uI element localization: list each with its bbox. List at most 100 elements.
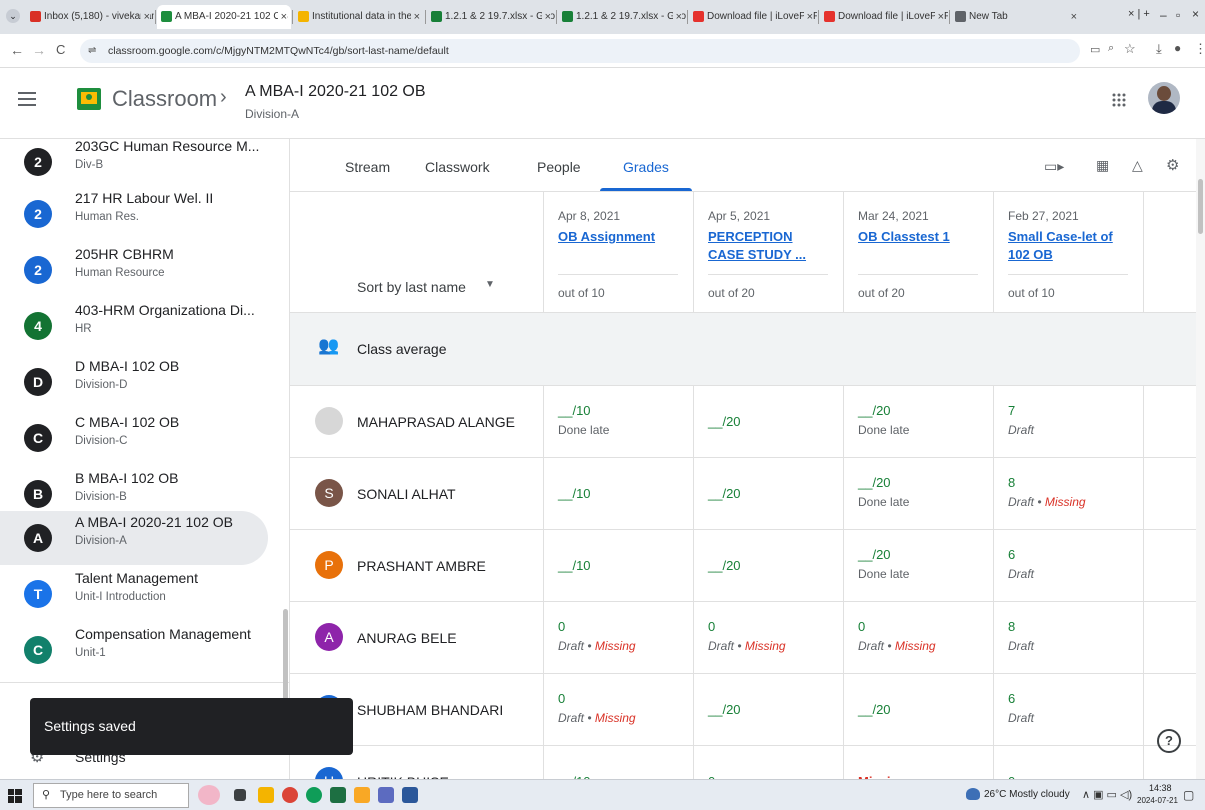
assignment-title-link[interactable]: Small Case-let of 102 OB bbox=[1008, 228, 1123, 264]
task-view-icon[interactable] bbox=[234, 789, 246, 801]
grade-cell[interactable]: 0 bbox=[558, 619, 565, 634]
meet-video-icon[interactable]: ▭▸ bbox=[1044, 158, 1064, 175]
minimize-icon[interactable]: – bbox=[1160, 8, 1167, 22]
word-taskbar-icon[interactable] bbox=[402, 787, 418, 803]
tab-search-icon[interactable]: ⌄ bbox=[6, 9, 20, 23]
drive-folder-icon[interactable]: △ bbox=[1132, 157, 1143, 174]
cast-icon[interactable]: ▭ bbox=[1090, 43, 1100, 56]
student-name[interactable]: SHUBHAM BHANDARI bbox=[357, 702, 503, 718]
tab-close-icon[interactable]: × bbox=[277, 5, 287, 29]
profile-icon[interactable]: ● bbox=[1174, 41, 1181, 55]
cortana-doodle-icon[interactable] bbox=[198, 785, 220, 805]
student-name[interactable]: SONALI ALHAT bbox=[357, 486, 456, 502]
browser-tab[interactable]: Download file | iLovePDF × bbox=[820, 5, 948, 29]
student-name[interactable]: ANURAG BELE bbox=[357, 630, 457, 646]
page-scrollbar[interactable] bbox=[1196, 139, 1205, 779]
tab-close-icon[interactable]: × bbox=[1067, 5, 1077, 29]
tab-close-icon[interactable]: × bbox=[140, 5, 150, 29]
file-explorer-icon[interactable] bbox=[258, 787, 274, 803]
back-icon[interactable]: ← bbox=[10, 42, 24, 58]
student-name[interactable]: MAHAPRASAD ALANGE bbox=[357, 414, 515, 430]
course-name[interactable]: C MBA-I 102 OB bbox=[75, 414, 179, 430]
site-info-icon[interactable]: ⇌ bbox=[88, 39, 96, 63]
assignment-title-link[interactable]: PERCEPTION CASE STUDY ... bbox=[708, 228, 823, 264]
grade-cell[interactable]: 6 bbox=[1008, 691, 1015, 706]
tab-close-icon[interactable]: × bbox=[672, 5, 682, 29]
download-icon[interactable]: ⤓ bbox=[1156, 41, 1162, 57]
tab-close-icon[interactable]: × bbox=[410, 5, 420, 29]
chrome-taskbar-icon[interactable] bbox=[282, 787, 298, 803]
course-name[interactable]: 403-HRM Organizationa Di... bbox=[75, 302, 255, 318]
grade-cell[interactable]: 8 bbox=[1008, 475, 1015, 490]
calendar-icon[interactable]: ▦ bbox=[1096, 157, 1109, 174]
clock-time[interactable]: 14:38 bbox=[1149, 783, 1172, 793]
grade-cell[interactable]: 8 bbox=[1008, 619, 1015, 634]
grade-cell[interactable]: 0 bbox=[708, 619, 715, 634]
notifications-icon[interactable]: ▢ bbox=[1183, 788, 1194, 802]
system-tray-icons[interactable]: ∧ ▣ ▭ ◁) bbox=[1082, 788, 1132, 801]
grade-cell[interactable]: __/20 bbox=[858, 702, 891, 717]
main-menu-icon[interactable] bbox=[18, 92, 36, 106]
tab-grades[interactable]: Grades bbox=[623, 159, 669, 175]
course-name[interactable]: A MBA-I 2020-21 102 OB bbox=[75, 514, 233, 530]
grade-cell[interactable]: __/20 bbox=[708, 702, 741, 717]
grade-cell[interactable]: __/20 bbox=[708, 486, 741, 501]
classroom-logo-icon[interactable] bbox=[77, 88, 101, 110]
course-title[interactable]: A MBA-I 2020-21 102 OB bbox=[245, 83, 426, 101]
tab-classwork[interactable]: Classwork bbox=[425, 159, 490, 175]
grade-cell[interactable]: __/20 bbox=[708, 558, 741, 573]
tab-stream[interactable]: Stream bbox=[345, 159, 390, 175]
app-name[interactable]: Classroom bbox=[112, 86, 217, 112]
grade-cell[interactable]: 0 bbox=[558, 691, 565, 706]
course-name[interactable]: 205HR CBHRM bbox=[75, 246, 174, 262]
weather-icon[interactable] bbox=[966, 788, 980, 800]
tab-close-icon[interactable]: × bbox=[803, 5, 813, 29]
course-name[interactable]: 217 HR Labour Wel. II bbox=[75, 190, 213, 206]
grade-cell[interactable]: __/20 bbox=[708, 414, 741, 429]
sort-dropdown[interactable]: Sort by last name bbox=[357, 279, 466, 295]
sticky-notes-taskbar-icon[interactable] bbox=[354, 787, 370, 803]
browser-tab[interactable]: Institutional data in the p × bbox=[294, 5, 424, 29]
assignment-title-link[interactable]: OB Classtest 1 bbox=[858, 228, 973, 246]
grade-cell[interactable]: __/20 bbox=[858, 403, 891, 418]
edge-taskbar-icon[interactable] bbox=[306, 787, 322, 803]
browser-tab[interactable]: Inbox (5,180) - vivekanan × bbox=[26, 5, 154, 29]
grade-cell[interactable]: __/20 bbox=[858, 547, 891, 562]
assignment-title-link[interactable]: OB Assignment bbox=[558, 228, 673, 246]
bookmark-star-icon[interactable]: ☆ bbox=[1124, 41, 1136, 57]
grade-cell[interactable]: __/10 bbox=[558, 403, 591, 418]
student-name[interactable]: PRASHANT AMBRE bbox=[357, 558, 486, 574]
forward-icon[interactable]: → bbox=[32, 42, 46, 58]
taskbar-search-box[interactable]: ⚲ Type here to search bbox=[33, 783, 189, 808]
help-icon[interactable]: ? bbox=[1157, 729, 1181, 753]
browser-tab[interactable]: A MBA-I 2020-21 102 OB × bbox=[157, 5, 291, 29]
grade-cell[interactable]: __/20 bbox=[858, 475, 891, 490]
zoom-icon[interactable]: ⌕ bbox=[1108, 42, 1114, 55]
grade-cell[interactable]: __/10 bbox=[558, 486, 591, 501]
browser-tab[interactable]: 1.2.1 & 2 19.7.xlsx - Goog × bbox=[558, 5, 686, 29]
grade-cell[interactable]: 7 bbox=[1008, 403, 1015, 418]
grade-cell[interactable]: __/10 bbox=[558, 558, 591, 573]
maximize-icon[interactable]: ▫ bbox=[1176, 8, 1180, 22]
browser-tab[interactable]: New Tab × bbox=[951, 5, 1081, 29]
course-name[interactable]: D MBA-I 102 OB bbox=[75, 358, 179, 374]
course-name[interactable]: Talent Management bbox=[75, 570, 198, 586]
browser-menu-icon[interactable]: ⋮ bbox=[1194, 41, 1205, 57]
excel-taskbar-icon[interactable] bbox=[330, 787, 346, 803]
grade-cell[interactable]: 6 bbox=[1008, 547, 1015, 562]
tab-close-icon[interactable]: × bbox=[541, 5, 551, 29]
apps-grid-icon[interactable] bbox=[1112, 93, 1126, 107]
course-name[interactable]: B MBA-I 102 OB bbox=[75, 470, 178, 486]
close-window-icon[interactable]: × bbox=[1192, 7, 1199, 21]
user-avatar[interactable] bbox=[1148, 82, 1180, 114]
photos-taskbar-icon[interactable] bbox=[378, 787, 394, 803]
weather-text[interactable]: 26°C Mostly cloudy bbox=[984, 789, 1070, 800]
clock-date[interactable]: 2024-07-21 bbox=[1137, 796, 1178, 805]
reload-icon[interactable]: C bbox=[56, 42, 65, 57]
browser-tab[interactable]: 1.2.1 & 2 19.7.xlsx - Goog × bbox=[427, 5, 555, 29]
dropdown-arrow-icon[interactable]: ▼ bbox=[485, 279, 495, 290]
class-settings-icon[interactable]: ⚙ bbox=[1166, 156, 1179, 174]
windows-start-icon[interactable] bbox=[8, 789, 22, 803]
address-bar[interactable]: ⇌ classroom.google.com/c/MjgyNTM2MTQwNTc… bbox=[80, 39, 1080, 63]
course-name[interactable]: Compensation Management bbox=[75, 626, 251, 642]
